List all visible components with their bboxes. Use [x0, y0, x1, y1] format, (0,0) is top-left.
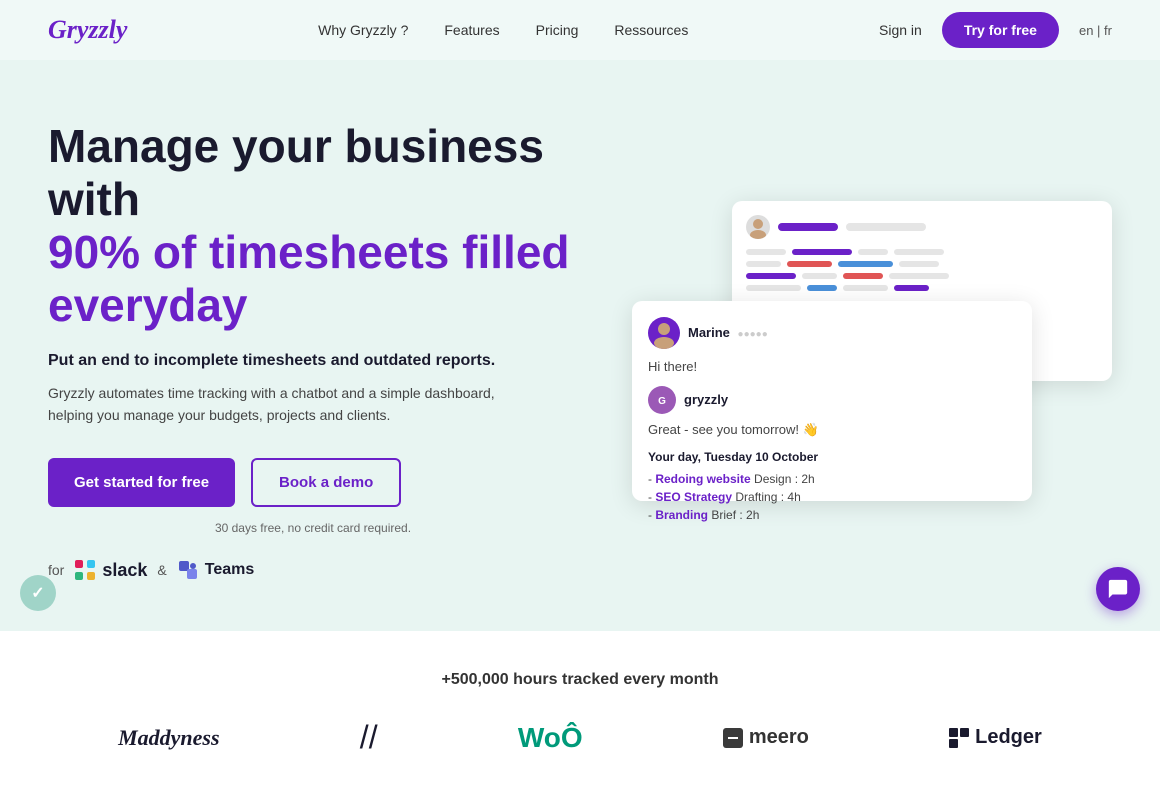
nav-links: Why Gryzzly ? Features Pricing Ressource… [318, 22, 688, 38]
stats-section: +500,000 hours tracked every month Maddy… [0, 631, 1160, 796]
svg-text:G: G [658, 396, 666, 407]
hero-subtitle: Put an end to incomplete timesheets and … [48, 352, 578, 370]
mockup-sheet-front: Marine ●●●●● Hi there! G gryzzly Great -… [632, 301, 1032, 501]
hero-buttons: Get started for free Book a demo [48, 458, 578, 507]
bar [746, 261, 781, 267]
bar [858, 249, 888, 255]
bar [889, 273, 949, 279]
logo-double-slash: // [360, 719, 378, 756]
logo-maddyness: Maddyness [118, 725, 219, 751]
chat-header: Marine ●●●●● [648, 317, 1016, 349]
book-demo-button[interactable]: Book a demo [251, 458, 401, 507]
bar [894, 285, 929, 291]
bar [746, 285, 801, 291]
bar [843, 273, 883, 279]
teams-icon [177, 559, 199, 581]
mockup-rows [746, 249, 1098, 291]
and-label: & [157, 562, 166, 578]
hero-integrations: for slack & Teams [48, 559, 578, 581]
chat-greeting: Hi there! [648, 359, 1016, 374]
logo-woo: WoÔ [518, 722, 583, 754]
nav-link-why[interactable]: Why Gryzzly ? [318, 22, 408, 38]
hero-right: Marine ●●●●● Hi there! G gryzzly Great -… [632, 201, 1112, 501]
bar [807, 285, 837, 291]
bar [746, 273, 796, 279]
logo-meero: meero [723, 726, 809, 749]
nav-link-features[interactable]: Features [444, 22, 499, 38]
nav-right: Sign in Try for free en | fr [879, 12, 1112, 48]
bar [894, 249, 944, 255]
bot-info: gryzzly [684, 392, 728, 407]
logo[interactable]: Gryzzly [48, 15, 127, 45]
chat-item-2: - SEO Strategy Drafting : 4h [648, 490, 1016, 504]
get-started-button[interactable]: Get started for free [48, 458, 235, 507]
teams-label: Teams [205, 561, 255, 579]
hero-description: Gryzzly automates time tracking with a c… [48, 382, 528, 427]
bar [746, 249, 786, 255]
bar [792, 249, 852, 255]
chat-support-button[interactable] [1096, 567, 1140, 611]
hero-title: Manage your business with 90% of timeshe… [48, 120, 578, 332]
bot-name: gryzzly [684, 392, 728, 407]
bar [843, 285, 888, 291]
bar [787, 261, 832, 267]
logos-row: Maddyness // WoÔ meero Ledger [48, 719, 1112, 776]
ledger-icon [949, 728, 969, 748]
bot-header: G gryzzly [648, 386, 1016, 414]
chat-username: Marine ●●●●● [688, 325, 768, 340]
navbar: Gryzzly Why Gryzzly ? Features Pricing R… [0, 0, 1160, 60]
logo-ledger: Ledger [949, 726, 1042, 749]
bar [802, 273, 837, 279]
day-label: Your day, Tuesday 10 October [648, 450, 1016, 464]
gray-bar-1 [846, 223, 926, 231]
purple-bar [778, 223, 838, 231]
nav-link-ressources[interactable]: Ressources [614, 22, 688, 38]
bot-avatar: G [648, 386, 676, 414]
chat-user-info: Marine ●●●●● [688, 325, 768, 340]
bot-message: Great - see you tomorrow! 👋 [648, 422, 1016, 438]
check-badge: ✓ [20, 575, 56, 611]
mockup-avatar [746, 215, 770, 239]
mockup-row-1 [746, 249, 1098, 255]
mockup-row-4 [746, 285, 1098, 291]
language-switcher[interactable]: en | fr [1079, 23, 1112, 38]
bar [899, 261, 939, 267]
for-label: for [48, 562, 64, 578]
chat-avatar [648, 317, 680, 349]
hero-left: Manage your business with 90% of timeshe… [48, 120, 578, 581]
teams-integration: Teams [177, 559, 255, 581]
mockup-wrapper: Marine ●●●●● Hi there! G gryzzly Great -… [632, 201, 1112, 501]
mockup-row-2 [746, 261, 1098, 267]
slack-integration: slack [74, 559, 147, 581]
sign-in-link[interactable]: Sign in [879, 22, 922, 38]
hero-section: Manage your business with 90% of timeshe… [0, 60, 1160, 631]
chat-item-1: - Redoing website Design : 2h [648, 472, 1016, 486]
slack-label: slack [102, 560, 147, 581]
meero-icon [723, 728, 743, 748]
mockup-header [746, 215, 1098, 239]
mockup-row-3 [746, 273, 1098, 279]
nav-link-pricing[interactable]: Pricing [536, 22, 579, 38]
hero-note: 30 days free, no credit card required. [48, 521, 578, 535]
try-for-free-button[interactable]: Try for free [942, 12, 1059, 48]
chat-item-3: - Branding Brief : 2h [648, 508, 1016, 522]
bar [838, 261, 893, 267]
stats-text: +500,000 hours tracked every month [48, 671, 1112, 689]
chat-support-icon [1107, 578, 1129, 600]
slack-icon [74, 559, 96, 581]
